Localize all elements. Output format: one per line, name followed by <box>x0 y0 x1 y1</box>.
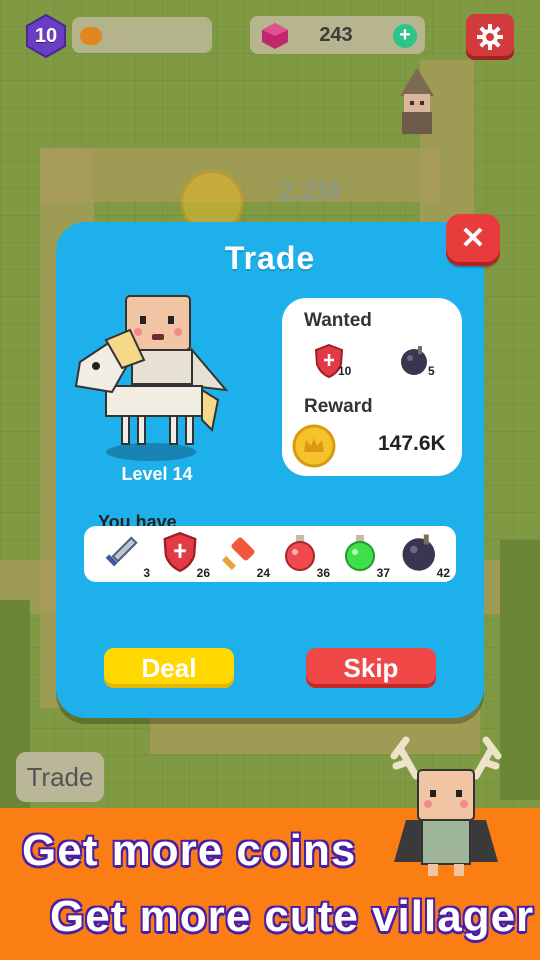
promo-line-2: Get more cute villager <box>50 892 535 941</box>
item-count: 3 <box>143 566 150 580</box>
hammer-icon <box>221 537 255 571</box>
red-potion-icon <box>285 535 315 571</box>
item-count: 36 <box>316 566 330 580</box>
wanted-reward-card: Wanted 10 5 Reward 147.6K <box>282 298 462 476</box>
item-count: 42 <box>436 566 450 580</box>
item-count: 26 <box>196 566 210 580</box>
green-potion-icon <box>345 535 375 571</box>
reward-title: Reward <box>304 396 373 417</box>
gold-coin-icon <box>292 424 336 468</box>
inventory-bar: 3 26 24 36 37 42 <box>84 526 456 582</box>
wanted-shield-count: 10 <box>338 364 352 378</box>
sword-icon <box>105 536 138 567</box>
close-icon: ✕ <box>460 222 486 255</box>
xp-icon <box>80 27 102 45</box>
wanted-title: Wanted <box>304 310 372 331</box>
antlered-villager-icon <box>390 736 502 876</box>
item-count: 37 <box>376 566 390 580</box>
gem-count: 243 <box>319 24 353 46</box>
player-level-badge[interactable]: 10 <box>24 14 68 58</box>
add-gems-button[interactable]: + <box>393 24 417 48</box>
deal-button[interactable]: Deal <box>104 648 234 688</box>
promo-line-1: Get more coins <box>22 826 357 875</box>
inventory-item[interactable]: 37 <box>340 532 390 580</box>
bomb-icon <box>401 346 427 375</box>
bomb-icon <box>402 534 435 571</box>
player-level-value: 10 <box>34 25 58 47</box>
xp-progress-bar <box>72 17 212 53</box>
close-button[interactable]: ✕ <box>446 214 500 266</box>
gear-icon <box>477 24 503 50</box>
inventory-item[interactable]: 3 <box>100 532 150 580</box>
shield-icon <box>163 531 197 573</box>
gem-counter: 243 + <box>250 16 425 54</box>
wizard-villager-sprite[interactable] <box>392 68 442 138</box>
map-coin-amount: 2.2M <box>278 175 341 206</box>
dialog-title: Trade <box>224 240 316 276</box>
map-trade-button[interactable]: Trade <box>16 752 104 802</box>
wanted-bomb-count: 5 <box>428 364 435 378</box>
villager-on-horse-icon <box>74 295 229 461</box>
skip-button[interactable]: Skip <box>306 648 436 688</box>
gem-icon <box>262 23 288 49</box>
inventory-item[interactable]: 42 <box>400 532 450 580</box>
reward-value: 147.6K <box>378 432 446 455</box>
inventory-item[interactable]: 24 <box>220 532 270 580</box>
inventory-item[interactable]: 36 <box>280 532 330 580</box>
villager-level: Level 14 <box>121 464 193 484</box>
item-count: 24 <box>256 566 270 580</box>
trade-dialog: Trade Level 14 Wanted 10 5 Reward 147.6K… <box>56 222 484 718</box>
inventory-item[interactable]: 26 <box>160 531 210 580</box>
settings-button[interactable] <box>466 14 514 60</box>
